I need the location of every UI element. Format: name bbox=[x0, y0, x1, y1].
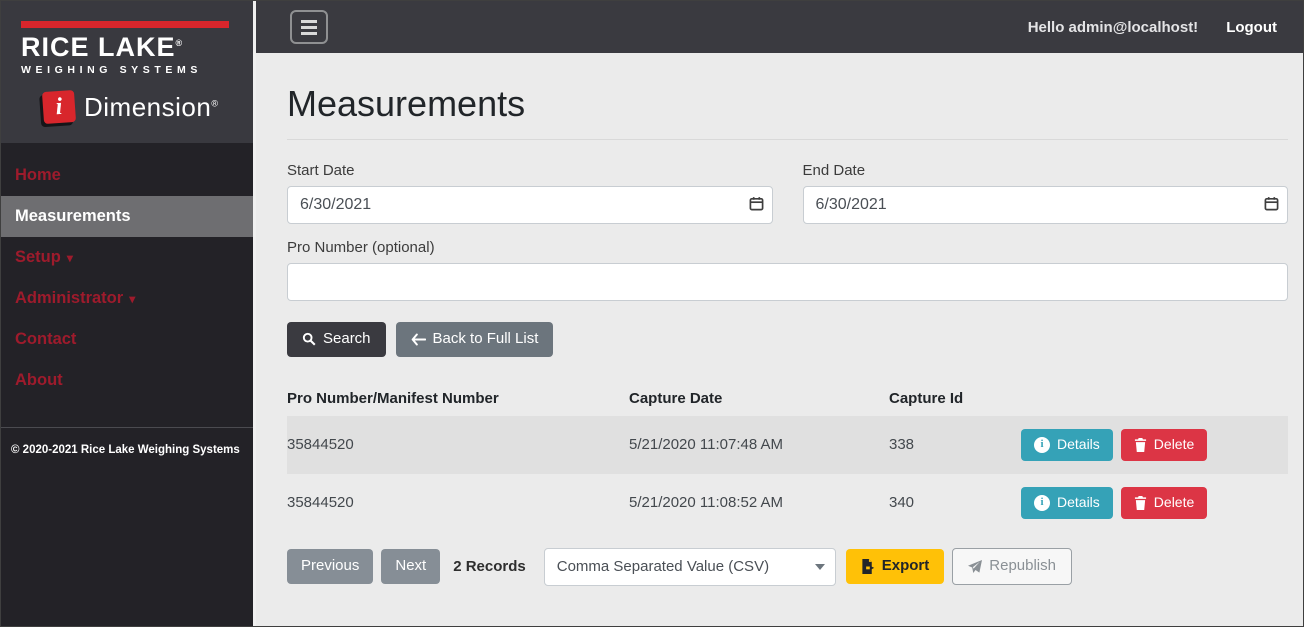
measurements-table: Pro Number/Manifest Number Capture Date … bbox=[287, 381, 1288, 532]
search-icon bbox=[302, 332, 316, 346]
cell-capture-date: 5/21/2020 11:07:48 AM bbox=[629, 436, 889, 453]
start-date-calendar-button[interactable] bbox=[749, 196, 764, 211]
start-date-input[interactable] bbox=[287, 186, 773, 224]
cell-capture-date: 5/21/2020 11:08:52 AM bbox=[629, 494, 889, 511]
pro-number-input[interactable] bbox=[287, 263, 1288, 301]
user-greeting: Hello admin@localhost! bbox=[1028, 19, 1198, 36]
row-actions: i Details Delete bbox=[1019, 429, 1288, 461]
republish-button[interactable]: Republish bbox=[952, 548, 1072, 585]
table-footer-controls: Previous Next 2 Records Comma Separated … bbox=[287, 548, 1288, 586]
export-format-select-wrap: Comma Separated Value (CSV) bbox=[544, 548, 836, 586]
main-area: Hello admin@localhost! Logout Measuremen… bbox=[253, 1, 1303, 626]
sidebar-item-measurements[interactable]: Measurements bbox=[1, 196, 253, 237]
previous-button[interactable]: Previous bbox=[287, 549, 373, 584]
top-navbar: Hello admin@localhost! Logout bbox=[256, 1, 1303, 53]
delete-button[interactable]: Delete bbox=[1121, 429, 1207, 461]
page-title: Measurements bbox=[287, 83, 1288, 125]
idimension-logo: i Dimension® bbox=[21, 91, 233, 123]
rice-lake-red-bar bbox=[21, 21, 229, 28]
table-row: 35844520 5/21/2020 11:08:52 AM 340 i Det… bbox=[287, 474, 1288, 532]
back-to-full-list-button[interactable]: Back to Full List bbox=[396, 322, 554, 357]
registered-mark: ® bbox=[211, 98, 218, 108]
hamburger-icon bbox=[301, 20, 317, 23]
caret-down-icon: ▾ bbox=[129, 292, 135, 306]
header-capture-date: Capture Date bbox=[629, 390, 889, 407]
cell-pro-number: 35844520 bbox=[287, 436, 629, 453]
info-icon: i bbox=[1034, 495, 1050, 511]
title-divider bbox=[287, 139, 1288, 140]
file-export-icon bbox=[861, 559, 875, 574]
header-pro-number: Pro Number/Manifest Number bbox=[287, 390, 629, 407]
info-icon: i bbox=[1034, 437, 1050, 453]
topbar-right: Hello admin@localhost! Logout bbox=[1028, 19, 1277, 36]
end-date-group: End Date bbox=[803, 162, 1289, 224]
record-count: 2 Records bbox=[453, 558, 526, 575]
table-row: 35844520 5/21/2020 11:07:48 AM 338 i Det… bbox=[287, 416, 1288, 474]
sidebar-item-administrator[interactable]: Administrator▾ bbox=[1, 278, 253, 319]
caret-down-icon: ▾ bbox=[67, 251, 73, 265]
page-content: Measurements Start Date End Date bbox=[256, 53, 1303, 586]
paper-plane-icon bbox=[968, 560, 982, 574]
start-date-group: Start Date bbox=[287, 162, 773, 224]
sidebar-item-home[interactable]: Home bbox=[1, 155, 253, 196]
cell-capture-id: 338 bbox=[889, 436, 1019, 453]
sidebar-nav: Home Measurements Setup▾ Administrator▾ … bbox=[1, 143, 253, 401]
copyright-text: © 2020-2021 Rice Lake Weighing Systems bbox=[1, 427, 253, 472]
export-button[interactable]: Export bbox=[846, 549, 945, 584]
table-header-row: Pro Number/Manifest Number Capture Date … bbox=[287, 381, 1288, 416]
rice-lake-logo: RICE LAKE® bbox=[21, 34, 233, 61]
search-button[interactable]: Search bbox=[287, 322, 386, 357]
sidebar-item-about[interactable]: About bbox=[1, 360, 253, 401]
search-actions: Search Back to Full List bbox=[287, 322, 1288, 357]
sidebar-item-contact[interactable]: Contact bbox=[1, 319, 253, 360]
date-filter-row: Start Date End Date bbox=[287, 162, 1288, 224]
sidebar: RICE LAKE® WEIGHING SYSTEMS i Dimension®… bbox=[1, 1, 253, 626]
start-date-label: Start Date bbox=[287, 162, 773, 179]
registered-mark: ® bbox=[176, 38, 184, 48]
logo-block: RICE LAKE® WEIGHING SYSTEMS i Dimension® bbox=[1, 1, 253, 143]
next-button[interactable]: Next bbox=[381, 549, 440, 584]
idimension-i-icon: i bbox=[42, 90, 76, 124]
arrow-left-icon bbox=[411, 333, 426, 346]
row-actions: i Details Delete bbox=[1019, 487, 1288, 519]
logout-link[interactable]: Logout bbox=[1226, 19, 1277, 36]
export-format-select[interactable]: Comma Separated Value (CSV) bbox=[544, 548, 836, 586]
trash-icon bbox=[1134, 438, 1147, 452]
pro-number-group: Pro Number (optional) bbox=[287, 239, 1288, 301]
menu-toggle-button[interactable] bbox=[290, 10, 328, 44]
end-date-calendar-button[interactable] bbox=[1264, 196, 1279, 211]
cell-capture-id: 340 bbox=[889, 494, 1019, 511]
calendar-icon bbox=[1264, 196, 1279, 211]
calendar-icon bbox=[749, 196, 764, 211]
idimension-wordmark: Dimension® bbox=[84, 92, 218, 123]
sidebar-item-setup[interactable]: Setup▾ bbox=[1, 237, 253, 278]
rice-lake-wordmark: RICE LAKE bbox=[21, 32, 176, 62]
end-date-label: End Date bbox=[803, 162, 1289, 179]
trash-icon bbox=[1134, 496, 1147, 510]
details-button[interactable]: i Details bbox=[1021, 487, 1113, 519]
app-window: RICE LAKE® WEIGHING SYSTEMS i Dimension®… bbox=[0, 0, 1304, 627]
end-date-input[interactable] bbox=[803, 186, 1289, 224]
weighing-systems-wordmark: WEIGHING SYSTEMS bbox=[21, 64, 233, 76]
header-capture-id: Capture Id bbox=[889, 390, 1019, 407]
details-button[interactable]: i Details bbox=[1021, 429, 1113, 461]
cell-pro-number: 35844520 bbox=[287, 494, 629, 511]
delete-button[interactable]: Delete bbox=[1121, 487, 1207, 519]
pro-number-label: Pro Number (optional) bbox=[287, 239, 1288, 256]
